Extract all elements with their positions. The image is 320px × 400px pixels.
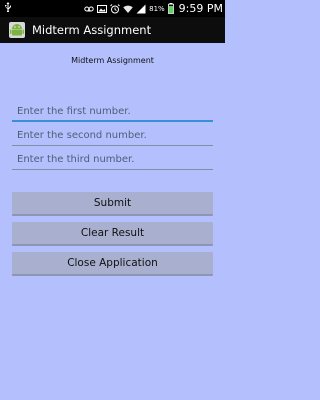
status-left-icons — [3, 2, 13, 12]
title-bar: Midterm Assignment — [0, 17, 225, 43]
close-application-button[interactable]: Close Application — [12, 252, 213, 276]
signal-icon — [136, 4, 146, 13]
submit-button[interactable]: Submit — [12, 192, 213, 216]
status-bar: 81% 9:59 PM — [0, 0, 225, 17]
voicemail-icon — [84, 6, 94, 11]
android-icon — [9, 22, 25, 38]
app-title: Midterm Assignment — [32, 23, 152, 37]
battery-percent: 81% — [149, 4, 165, 13]
usb-icon — [5, 2, 11, 12]
form-header: Midterm Assignment — [71, 56, 154, 65]
status-right-icons: 81% 9:59 PM — [84, 0, 223, 17]
alarm-icon — [110, 3, 120, 13]
battery-icon — [167, 3, 174, 14]
first-number-input[interactable] — [12, 102, 213, 122]
second-number-input[interactable] — [12, 126, 213, 146]
clear-result-button[interactable]: Clear Result — [12, 222, 213, 246]
wifi-icon — [123, 5, 133, 13]
status-time: 9:59 PM — [178, 2, 223, 15]
third-number-input[interactable] — [12, 150, 213, 170]
image-icon — [97, 4, 108, 13]
